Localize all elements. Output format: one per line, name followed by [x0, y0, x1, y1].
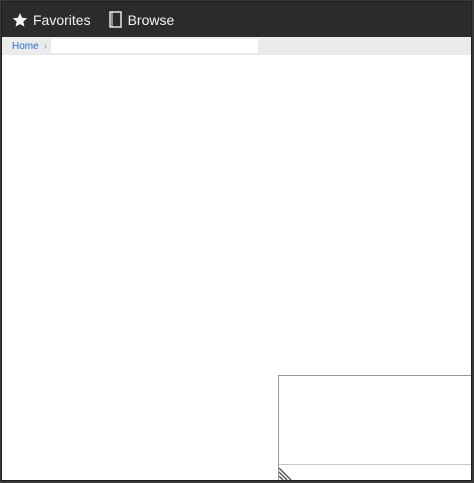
book-icon	[108, 11, 123, 28]
resize-grip-icon[interactable]	[278, 466, 293, 480]
browse-button[interactable]: Browse	[108, 2, 175, 37]
chevron-right-icon: ›	[43, 40, 48, 52]
favorites-button[interactable]: Favorites	[12, 2, 91, 37]
breadcrumb-path-input[interactable]	[51, 39, 259, 53]
app-window: Favorites Browse Home ›	[1, 1, 472, 481]
breadcrumb-home-link[interactable]: Home	[12, 41, 39, 52]
panel-footer	[278, 464, 471, 480]
browse-label: Browse	[127, 11, 175, 28]
favorites-label: Favorites	[33, 11, 91, 28]
top-navigation-bar: Favorites Browse	[2, 2, 471, 37]
star-icon	[12, 12, 28, 28]
breadcrumb: Home ›	[2, 37, 471, 55]
floating-panel[interactable]	[278, 375, 471, 480]
